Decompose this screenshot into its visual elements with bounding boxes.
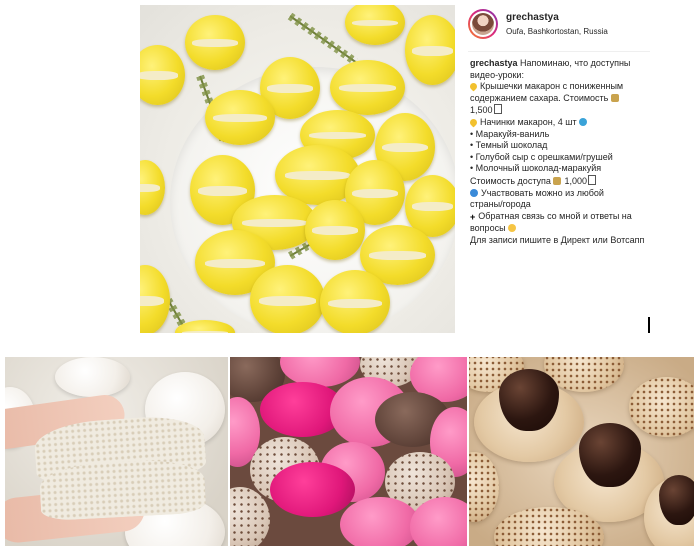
heart-icon	[468, 81, 479, 92]
macaron	[405, 15, 455, 85]
flavor-item: • Маракуйя-ваниль	[470, 128, 550, 139]
caption-price1: 1,500	[470, 105, 493, 116]
macaron	[140, 45, 185, 105]
macaron	[205, 90, 275, 145]
header-divider	[468, 51, 650, 52]
flavor-item: • Темный шоколад	[470, 140, 548, 151]
macaron	[340, 497, 420, 546]
cookie	[629, 377, 694, 437]
flavor-item: • Голубой сыр с орешками/грушей	[470, 151, 613, 162]
caption-price2: 1,000	[564, 175, 587, 186]
caption-world2: страны/города	[470, 199, 531, 210]
chocolate-kiss	[659, 475, 694, 525]
avatar[interactable]	[468, 9, 498, 39]
missing-glyph-icon	[587, 174, 596, 185]
macaron	[250, 265, 325, 333]
smile-icon	[508, 224, 517, 233]
caption-item2: Начинки макарон, 4 шт	[480, 116, 577, 127]
post-caption: grechastya Напоминаю, что доступны видео…	[468, 58, 680, 247]
money-bag-icon	[553, 176, 562, 185]
avatar-photo-icon	[472, 13, 494, 35]
caption-contact: Для записи пишите в Директ или Вотсапп	[470, 234, 645, 245]
caption-world1: Участвовать можно из любой	[481, 187, 604, 198]
meringue-cookie-photo[interactable]	[5, 357, 228, 546]
macaron	[270, 462, 355, 517]
macaron	[320, 270, 390, 333]
cookie	[469, 452, 499, 522]
caption-line: видео-уроки:	[470, 69, 524, 80]
caption-item1a: Крышечки макарон с пониженным	[480, 81, 624, 92]
macaron	[330, 60, 405, 115]
macaron	[345, 5, 405, 45]
missing-glyph-icon	[493, 104, 502, 115]
info-icon	[579, 117, 588, 126]
meringue-cookie	[55, 357, 130, 397]
profile-location[interactable]: Oufa, Bashkortostan, Russia	[506, 27, 608, 36]
globe-icon	[470, 188, 478, 197]
caption-feedback1: Обратная связь со мной и ответы на	[478, 210, 632, 221]
chocolate-kiss-cookies-photo[interactable]	[469, 357, 694, 546]
yellow-macarons-photo[interactable]	[140, 5, 455, 333]
heart-icon	[468, 117, 479, 128]
caption-feedback2: вопросы	[470, 223, 506, 234]
money-bag-icon	[610, 93, 619, 102]
caption-price2-label: Стоимость доступа	[470, 175, 551, 186]
profile-username[interactable]: grechastya	[506, 12, 559, 23]
caption-username[interactable]: grechastya	[470, 58, 518, 68]
caption-item1b: содержанием сахара. Стоимость	[470, 92, 609, 103]
macaron	[140, 160, 165, 215]
macaron	[305, 200, 365, 260]
macaron	[185, 15, 245, 70]
text-cursor	[648, 317, 650, 333]
caption-intro: Напоминаю, что доступны	[520, 58, 631, 68]
pink-macarons-photo[interactable]	[230, 357, 467, 546]
plus-icon: +	[470, 211, 476, 222]
flavor-item: • Молочный шоколад-маракуйя	[470, 163, 602, 174]
macaron	[140, 265, 170, 333]
